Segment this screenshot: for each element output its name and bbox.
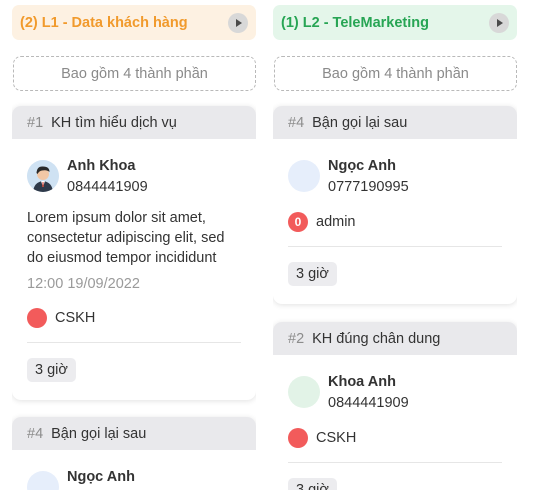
column-title: (1) L2 - TeleMarketing xyxy=(281,14,429,31)
contact-name: Ngọc Anh xyxy=(328,158,396,174)
card-number: #4 xyxy=(288,114,305,131)
tag-label: CSKH xyxy=(55,310,96,326)
contact-phone: 0844441909 xyxy=(67,179,148,195)
status-dot xyxy=(288,428,308,448)
column-summary[interactable]: Bao gồm 4 thành phần xyxy=(274,56,517,91)
column-header-l2[interactable]: (1) L2 - TeleMarketing xyxy=(273,5,517,40)
avatar xyxy=(288,160,320,192)
contact-name: Ngọc Anh xyxy=(67,469,135,485)
contact-phone: 0777190995 xyxy=(328,179,409,195)
column-title: (2) L1 - Data khách hàng xyxy=(20,14,188,31)
card-number: #1 xyxy=(27,114,44,131)
card-title: Bận gọi lại sau xyxy=(312,114,408,131)
contact-name: Khoa Anh xyxy=(328,374,396,390)
column-header-l1[interactable]: (2) L1 - Data khách hàng xyxy=(12,5,256,40)
play-icon[interactable] xyxy=(489,12,509,33)
count-badge: 0 xyxy=(288,212,308,232)
avatar xyxy=(27,160,59,192)
divider xyxy=(288,462,502,463)
avatar xyxy=(288,376,320,408)
contact: Anh Khoa 0844441909 xyxy=(27,156,241,198)
card-header: #1 KH tìm hiểu dịch vụ xyxy=(12,106,256,139)
contact: Ngọc Anh 0777190995 xyxy=(288,156,502,198)
column-l2: (1) L2 - TeleMarketing Bao gồm 4 thành p… xyxy=(273,0,517,490)
description-line: Lorem ipsum dolor sit amet, xyxy=(27,210,206,226)
kanban-card[interactable]: #2 KH đúng chân dung Khoa Anh 0844441909… xyxy=(273,322,517,490)
kanban-card[interactable]: #4 Bận gọi lại sau Ngọc Anh 0777190995 0… xyxy=(273,106,517,304)
avatar xyxy=(27,471,59,490)
card-tag: 0 admin xyxy=(288,212,502,232)
contact: Khoa Anh 0844441909 xyxy=(288,372,502,414)
card-title: Bận gọi lại sau xyxy=(51,425,147,442)
card-title: KH đúng chân dung xyxy=(312,330,441,347)
tag-label: CSKH xyxy=(316,430,357,446)
kanban-card[interactable]: #1 KH tìm hiểu dịch vụ Anh Khoa 08444419… xyxy=(12,106,256,400)
card-description: Lorem ipsum dolor sit amet, consectetur … xyxy=(27,208,241,268)
description-line: consectetur adipiscing elit, sed xyxy=(27,230,225,246)
status-dot xyxy=(27,308,47,328)
card-tag: CSKH xyxy=(288,428,502,448)
duration-badge: 3 giờ xyxy=(288,262,337,286)
column-summary[interactable]: Bao gồm 4 thành phần xyxy=(13,56,256,91)
column-l1: (2) L1 - Data khách hàng Bao gồm 4 thành… xyxy=(12,0,256,490)
contact: Ngọc Anh xyxy=(27,467,241,490)
duration-badge: 3 giờ xyxy=(288,478,337,490)
tag-label: admin xyxy=(316,214,356,230)
description-line: do eiusmod tempor incididunt xyxy=(27,250,217,266)
card-time: 12:00 19/09/2022 xyxy=(27,276,140,292)
kanban-card[interactable]: #4 Bận gọi lại sau Ngọc Anh xyxy=(12,417,256,490)
card-header: #4 Bận gọi lại sau xyxy=(273,106,517,139)
card-number: #4 xyxy=(27,425,44,442)
contact-name: Anh Khoa xyxy=(67,158,136,174)
play-icon[interactable] xyxy=(228,12,248,33)
card-tag: CSKH xyxy=(27,308,241,328)
divider xyxy=(288,246,502,247)
card-title: KH tìm hiểu dịch vụ xyxy=(51,114,177,131)
divider xyxy=(27,342,241,343)
contact-phone: 0844441909 xyxy=(328,395,409,411)
card-header: #2 KH đúng chân dung xyxy=(273,322,517,355)
card-header: #4 Bận gọi lại sau xyxy=(12,417,256,450)
duration-badge: 3 giờ xyxy=(27,358,76,382)
card-number: #2 xyxy=(288,330,305,347)
